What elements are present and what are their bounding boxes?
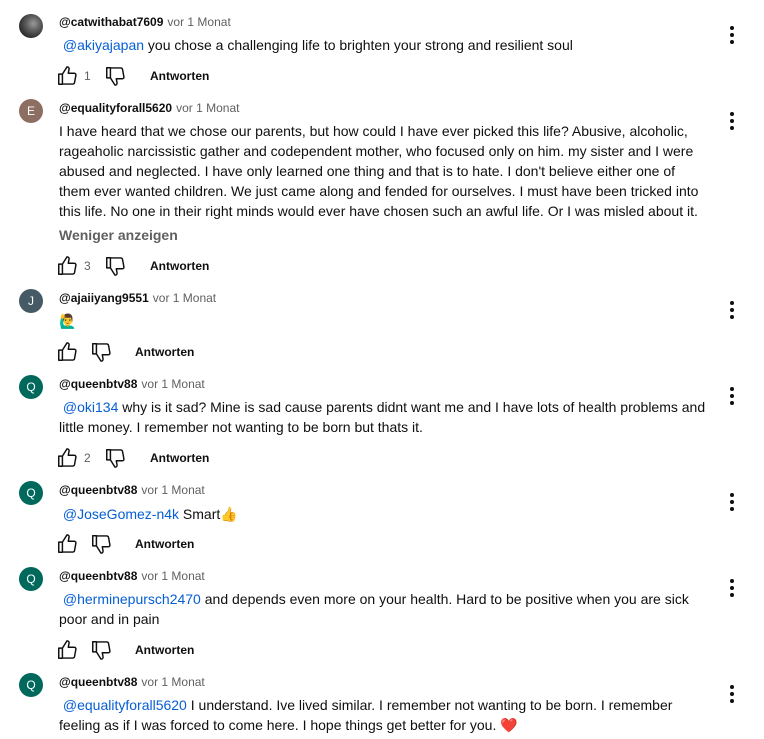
thumbs-down-icon: [92, 641, 111, 660]
avatar[interactable]: Q: [19, 673, 43, 697]
thumbs-up-icon: [58, 448, 77, 467]
comment-text: I have heard that we chose our parents, …: [59, 123, 699, 219]
comment-actions: Antworten: [56, 341, 356, 365]
thumbs-down-icon: [92, 535, 111, 554]
comment-actions: 1 Antworten: [56, 65, 356, 89]
comment-body: Smart👍: [179, 506, 238, 522]
reply-button[interactable]: Antworten: [135, 536, 194, 552]
comment-time[interactable]: vor 1 Monat: [141, 569, 204, 583]
avatar[interactable]: Q: [19, 481, 43, 505]
more-actions-button[interactable]: [722, 683, 742, 705]
dislike-button[interactable]: [104, 255, 126, 277]
more-actions-button[interactable]: [722, 577, 742, 599]
avatar[interactable]: Q: [19, 375, 43, 399]
avatar[interactable]: E: [19, 99, 43, 123]
comment-mention[interactable]: @equalityforall5620: [63, 697, 187, 713]
reply-button[interactable]: Antworten: [150, 68, 209, 84]
three-dots-vertical-icon: [730, 493, 734, 511]
comment-time[interactable]: vor 1 Monat: [141, 675, 204, 689]
comment-text: 🙋‍♂️: [59, 314, 77, 330]
comment-author[interactable]: @queenbtv88: [59, 377, 137, 391]
comment-text: @akiyajapan you chose a challenging life…: [59, 35, 709, 55]
show-less-button[interactable]: Weniger anzeigen: [59, 225, 178, 245]
comment-header: @queenbtv88 vor 1 Monat: [59, 481, 205, 499]
like-button[interactable]: [56, 639, 78, 661]
comment-mention[interactable]: @herminepursch2470: [63, 591, 201, 607]
comment-actions: 2 Antworten: [56, 447, 356, 471]
reply-button[interactable]: Antworten: [150, 258, 209, 274]
comment-mention[interactable]: @JoseGomez-n4k: [63, 506, 179, 522]
thumbs-up-icon: [58, 256, 77, 275]
three-dots-vertical-icon: [730, 579, 734, 597]
reply-button[interactable]: Antworten: [150, 450, 209, 466]
thumbs-down-icon: [92, 343, 111, 362]
thumbs-up-icon: [58, 66, 77, 85]
comment-text: @oki134 why is it sad? Mine is sad cause…: [59, 397, 709, 437]
comment-time[interactable]: vor 1 Monat: [141, 483, 204, 497]
comment-actions: Antworten: [56, 639, 356, 663]
thumbs-up-icon: [58, 342, 77, 361]
comment-mention[interactable]: @akiyajapan: [63, 37, 144, 53]
thumbs-down-icon: [106, 67, 125, 86]
dislike-button[interactable]: [90, 533, 112, 555]
comment-header: @catwithabat7609 vor 1 Monat: [59, 13, 231, 31]
dislike-button[interactable]: [90, 341, 112, 363]
comment-header: @queenbtv88 vor 1 Monat: [59, 375, 205, 393]
dislike-button[interactable]: [104, 447, 126, 469]
comment-time[interactable]: vor 1 Monat: [176, 101, 239, 115]
comment-author[interactable]: @catwithabat7609: [59, 15, 163, 29]
reply-button[interactable]: Antworten: [135, 642, 194, 658]
comment-author[interactable]: @ajaiiyang9551: [59, 291, 149, 305]
like-count: 3: [84, 259, 91, 273]
three-dots-vertical-icon: [730, 26, 734, 44]
comment-time[interactable]: vor 1 Monat: [167, 15, 230, 29]
three-dots-vertical-icon: [730, 685, 734, 703]
more-actions-button[interactable]: [722, 24, 742, 46]
like-count: 1: [84, 69, 91, 83]
thumbs-down-icon: [106, 449, 125, 468]
comment-text: @equalityforall5620 I understand. Ive li…: [59, 695, 709, 735]
thumbs-up-icon: [58, 534, 77, 553]
like-button[interactable]: [56, 447, 78, 469]
comment-author[interactable]: @equalityforall5620: [59, 101, 172, 115]
avatar[interactable]: J: [19, 289, 43, 313]
avatar[interactable]: Q: [19, 567, 43, 591]
more-actions-button[interactable]: [722, 491, 742, 513]
comment-header: @equalityforall5620 vor 1 Monat: [59, 99, 239, 117]
comment-body: you chose a challenging life to brighten…: [144, 37, 573, 53]
reply-button[interactable]: Antworten: [135, 344, 194, 360]
dislike-button[interactable]: [104, 65, 126, 87]
more-actions-button[interactable]: [722, 299, 742, 321]
comment-text: @herminepursch2470 and depends even more…: [59, 589, 709, 629]
comment-author[interactable]: @queenbtv88: [59, 483, 137, 497]
thumbs-up-icon: [58, 640, 77, 659]
like-button[interactable]: [56, 341, 78, 363]
three-dots-vertical-icon: [730, 301, 734, 319]
dislike-button[interactable]: [90, 639, 112, 661]
like-button[interactable]: [56, 65, 78, 87]
comment-mention[interactable]: @oki134: [63, 399, 118, 415]
more-actions-button[interactable]: [722, 110, 742, 132]
comment-time[interactable]: vor 1 Monat: [153, 291, 216, 305]
avatar[interactable]: [19, 14, 43, 38]
comment-header: @queenbtv88 vor 1 Monat: [59, 567, 205, 585]
comment-actions: 3 Antworten: [56, 255, 356, 279]
thumbs-down-icon: [106, 257, 125, 276]
comment-header: @ajaiiyang9551 vor 1 Monat: [59, 289, 216, 307]
like-button[interactable]: [56, 533, 78, 555]
comment-text: @JoseGomez-n4k Smart👍: [59, 504, 709, 524]
comment-author[interactable]: @queenbtv88: [59, 569, 137, 583]
more-actions-button[interactable]: [722, 385, 742, 407]
three-dots-vertical-icon: [730, 112, 734, 130]
comment-time[interactable]: vor 1 Monat: [141, 377, 204, 391]
like-button[interactable]: [56, 255, 78, 277]
comment-body: why is it sad? Mine is sad cause parents…: [59, 399, 706, 435]
like-count: 2: [84, 451, 91, 465]
comment-header: @queenbtv88 vor 1 Monat: [59, 673, 205, 691]
comment-author[interactable]: @queenbtv88: [59, 675, 137, 689]
three-dots-vertical-icon: [730, 387, 734, 405]
comment-actions: Antworten: [56, 533, 356, 557]
